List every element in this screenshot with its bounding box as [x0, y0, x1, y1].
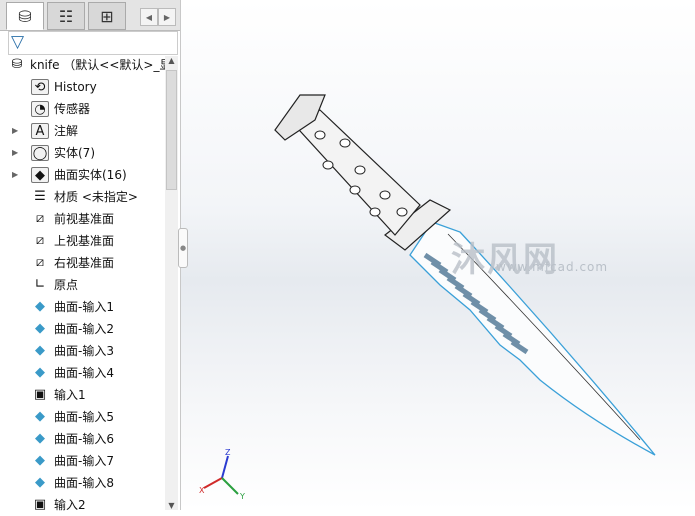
tree-item-label: 输入1 — [54, 388, 86, 402]
feature-manager-panel: ⛁ ☷ ⊞ ◀ ▶ ▽ ⛁ knife （默认<<默认>_显 ⟲ History ◔ 传感器… — [0, 0, 181, 512]
configuration-manager-tab[interactable]: ⊞ — [88, 2, 126, 30]
scrollbar-thumb[interactable] — [166, 70, 177, 190]
feature-tree: ⛁ knife （默认<<默认>_显 ⟲ History ◔ 传感器 ▶ A 注解 ▶ ◯ 实体(7)… — [0, 54, 172, 516]
tree-item-label: 实体(7) — [54, 146, 95, 160]
surface-icon: ◆ — [35, 475, 45, 490]
triad-z-label: Z — [225, 448, 231, 457]
tree-item-label: 输入2 — [54, 498, 86, 512]
property-manager-icon: ☷ — [58, 6, 74, 26]
graphics-viewport[interactable]: 沐风网 www.mfcad.com Z X Y — [181, 0, 695, 510]
triad-x-label: X — [199, 486, 205, 495]
tree-item-label: 上视基准面 — [54, 234, 115, 248]
surface-icon: ◆ — [35, 343, 45, 358]
imported-body-icon: ▣ — [33, 387, 47, 402]
tree-item[interactable]: ◆ 曲面-输入5 — [0, 406, 165, 428]
origin-icon: ∟ — [34, 277, 46, 292]
tree-item-label: 曲面-输入5 — [54, 410, 114, 424]
tree-item-label: 曲面-输入3 — [54, 344, 114, 358]
view-triad — [203, 455, 239, 495]
tree-item[interactable]: ◆ 曲面-输入2 — [0, 318, 165, 340]
knife-model — [203, 94, 656, 495]
tree-scrollbar[interactable]: ▲ ▼ — [165, 56, 178, 510]
tree-item[interactable]: ▣ 输入2 — [0, 494, 165, 516]
tree-item-label: 前视基准面 — [54, 212, 115, 226]
surface-icon: ◆ — [35, 299, 45, 314]
panel-collapse-handle[interactable]: ● — [178, 228, 188, 268]
tree-item-label: 曲面-输入8 — [54, 476, 114, 490]
tree-item[interactable]: ▶ A 注解 — [0, 120, 165, 142]
scroll-up-button[interactable]: ▲ — [165, 56, 178, 65]
plane-icon: ⧄ — [35, 233, 45, 248]
tab-scroll-left-button[interactable]: ◀ — [140, 8, 158, 26]
annotation-folder-icon: A — [31, 123, 49, 139]
tree-item[interactable]: ⟲ History — [0, 76, 165, 98]
tree-item-label: 材质 <未指定> — [54, 190, 138, 204]
configuration-manager-icon: ⊞ — [100, 6, 114, 26]
panel-tabs: ⛁ ☷ ⊞ ◀ ▶ — [0, 0, 180, 31]
tree-item[interactable]: ⧄ 上视基准面 — [0, 230, 165, 252]
tree-item-label: 曲面-输入2 — [54, 322, 114, 336]
tree-item-label: 右视基准面 — [54, 256, 115, 270]
expand-arrow-icon[interactable]: ▶ — [12, 120, 18, 142]
tree-item[interactable]: ◆ 曲面-输入6 — [0, 428, 165, 450]
tree-item-label: 曲面实体(16) — [54, 168, 127, 182]
tree-item-label: 曲面-输入1 — [54, 300, 114, 314]
tree-item[interactable]: ◔ 传感器 — [0, 98, 165, 120]
tree-item-label: History — [54, 80, 97, 94]
watermark-url: www.mfcad.com — [496, 260, 609, 274]
tree-filter[interactable]: ▽ — [8, 31, 178, 55]
plane-icon: ⧄ — [35, 211, 45, 226]
tree-item[interactable]: ◆ 曲面-输入3 — [0, 340, 165, 362]
plane-icon: ⧄ — [35, 255, 45, 270]
tree-item[interactable]: ⧄ 右视基准面 — [0, 252, 165, 274]
tree-item[interactable]: ∟ 原点 — [0, 274, 165, 296]
tree-item[interactable]: ▶ ◆ 曲面实体(16) — [0, 164, 165, 186]
tree-item[interactable]: ▣ 输入1 — [0, 384, 165, 406]
tree-root-label: knife （默认<<默认>_显 — [30, 58, 172, 72]
history-folder-icon: ⟲ — [31, 79, 49, 95]
feature-manager-icon: ⛁ — [18, 6, 32, 26]
tree-item-label: 原点 — [54, 278, 79, 292]
surface-icon: ◆ — [35, 409, 45, 424]
surface-icon: ◆ — [35, 321, 45, 336]
tree-item-label: 曲面-输入6 — [54, 432, 114, 446]
part-icon: ⛁ — [11, 57, 23, 72]
surface-icon: ◆ — [35, 431, 45, 446]
tab-scroll-right-button[interactable]: ▶ — [158, 8, 176, 26]
surface-icon: ◆ — [35, 365, 45, 380]
tree-item[interactable]: ▶ ◯ 实体(7) — [0, 142, 165, 164]
tree-item[interactable]: ◆ 曲面-输入8 — [0, 472, 165, 494]
surface-bodies-folder-icon: ◆ — [31, 167, 49, 183]
property-manager-tab[interactable]: ☷ — [47, 2, 85, 30]
imported-body-icon: ▣ — [33, 497, 47, 512]
tree-item[interactable]: ⧄ 前视基准面 — [0, 208, 165, 230]
filter-icon: ▽ — [11, 32, 25, 52]
expand-arrow-icon[interactable]: ▶ — [12, 142, 18, 164]
tree-item[interactable]: ◆ 曲面-输入7 — [0, 450, 165, 472]
tree-item[interactable]: ◆ 曲面-输入4 — [0, 362, 165, 384]
solid-bodies-folder-icon: ◯ — [31, 145, 49, 161]
sensor-folder-icon: ◔ — [31, 101, 49, 117]
surface-icon: ◆ — [35, 453, 45, 468]
tree-item-label: 传感器 — [54, 102, 91, 116]
scroll-down-button[interactable]: ▼ — [165, 501, 178, 510]
tree-item[interactable]: ☰ 材质 <未指定> — [0, 186, 165, 208]
feature-manager-tab[interactable]: ⛁ — [6, 2, 44, 30]
tree-item-label: 注解 — [54, 124, 79, 138]
triad-y-label: Y — [240, 492, 245, 501]
tree-item-label: 曲面-输入4 — [54, 366, 114, 380]
tree-root[interactable]: ⛁ knife （默认<<默认>_显 — [0, 54, 172, 76]
material-icon: ☰ — [34, 189, 46, 204]
expand-arrow-icon[interactable]: ▶ — [12, 164, 18, 186]
tree-item-label: 曲面-输入7 — [54, 454, 114, 468]
tree-item[interactable]: ◆ 曲面-输入1 — [0, 296, 165, 318]
